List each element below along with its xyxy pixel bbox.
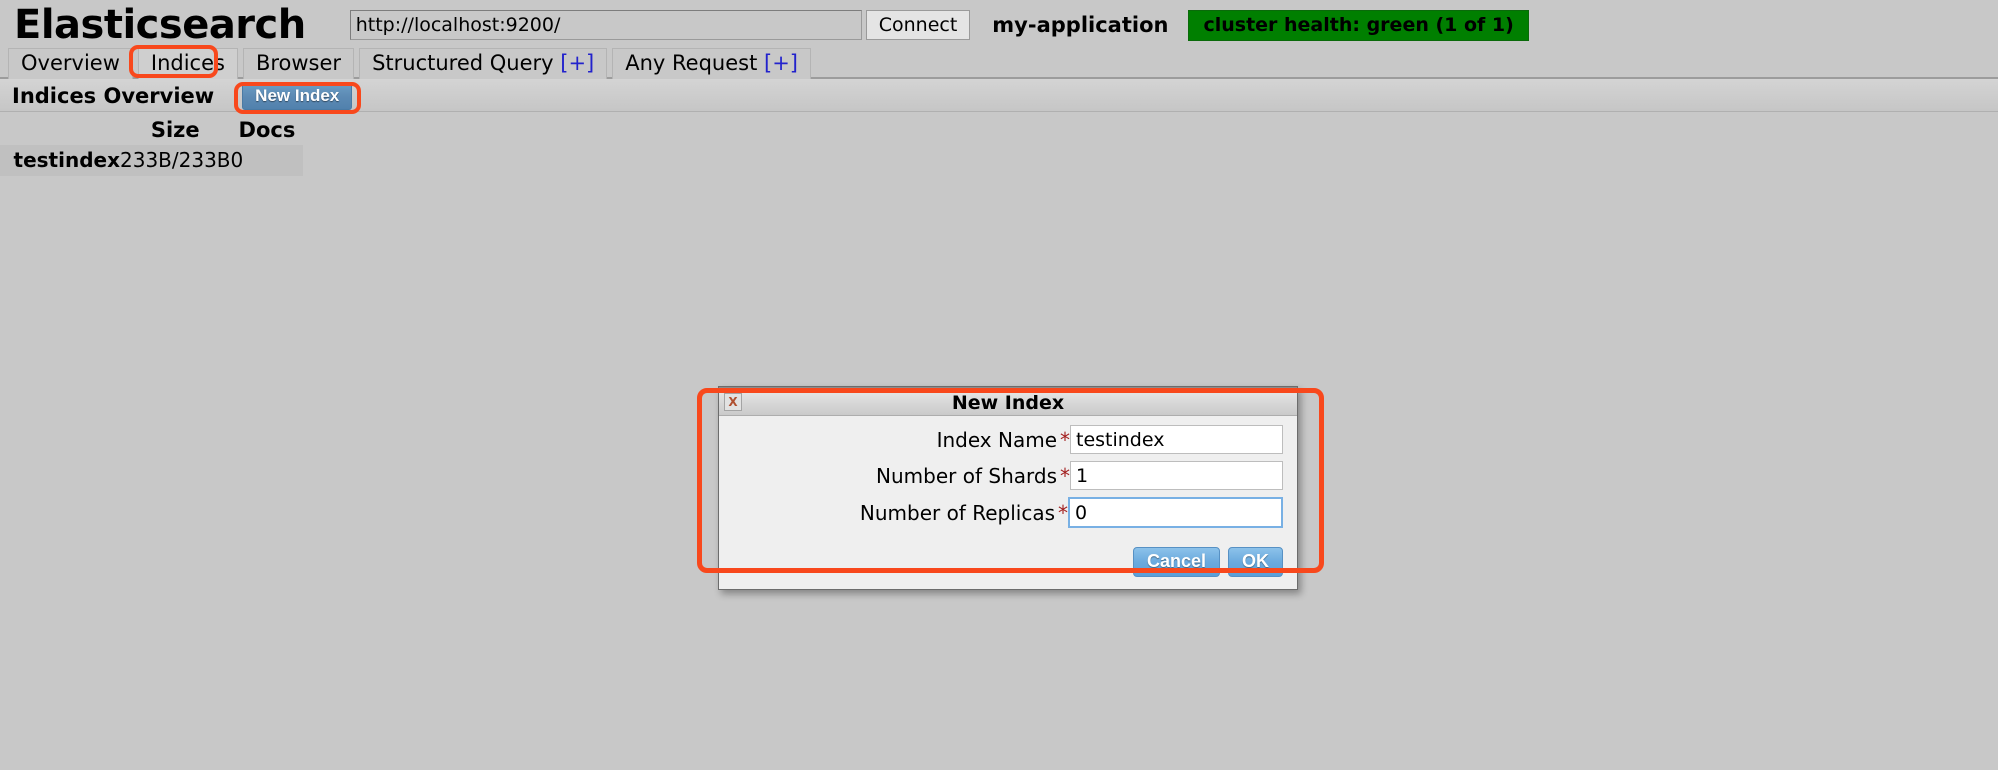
table-header-row: Size Docs <box>0 116 303 145</box>
app-root: Elasticsearch Connect my-application clu… <box>0 0 1998 770</box>
cluster-url-input[interactable] <box>349 10 862 40</box>
cluster-health-badge: cluster health: green (1 of 1) <box>1188 9 1529 41</box>
tab-overview-label: Overview <box>21 51 120 75</box>
label-number-of-replicas: Number of Replicas <box>859 500 1055 525</box>
indices-table: Size Docs testindex 233B/233B 0 <box>0 116 304 176</box>
tab-structured-query-label: Structured Query <box>372 51 561 75</box>
tab-overview[interactable]: Overview <box>8 48 133 79</box>
column-header-size: Size <box>150 118 200 142</box>
tab-indices-label: Indices <box>150 51 225 75</box>
label-number-of-shards: Number of Shards <box>876 463 1057 488</box>
dialog-body: Index Name* Number of Shards* Number of … <box>719 416 1297 541</box>
cell-index-name: testindex <box>0 145 120 176</box>
required-marker: * <box>1058 500 1068 525</box>
tab-indices[interactable]: Indices <box>137 48 238 79</box>
number-of-replicas-input[interactable] <box>1068 497 1283 528</box>
dialog-titlebar: X New Index <box>719 387 1297 416</box>
form-row-number-of-shards: Number of Shards * <box>733 461 1283 490</box>
page-title: Indices Overview <box>12 83 215 108</box>
application-name: my-application <box>992 13 1169 37</box>
new-index-dialog: X New Index Index Name* Number of Shards… <box>718 386 1298 590</box>
cancel-button[interactable]: Cancel <box>1132 547 1220 577</box>
dialog-footer: Cancel OK <box>719 541 1297 589</box>
ok-button[interactable]: OK <box>1228 547 1283 577</box>
required-marker: * <box>1060 427 1070 452</box>
new-index-button[interactable]: New Index <box>242 81 353 110</box>
form-row-number-of-replicas: Number of Replicas * <box>733 497 1283 528</box>
expand-plus-icon[interactable]: [+] <box>560 51 594 75</box>
required-marker: * <box>1060 463 1070 488</box>
tab-browser[interactable]: Browser <box>242 48 355 79</box>
tab-browser-label: Browser <box>255 51 342 75</box>
close-icon[interactable]: X <box>724 393 742 411</box>
form-row-index-name: Index Name * <box>733 425 1283 454</box>
column-header-docs: Docs <box>238 118 296 142</box>
table-row[interactable]: testindex 233B/233B 0 <box>0 145 304 176</box>
expand-plus-icon[interactable]: [+] <box>764 51 798 75</box>
cell-index-size: 233B/233B <box>120 145 231 176</box>
app-header: Elasticsearch Connect my-application clu… <box>0 0 1998 48</box>
dialog-title: New Index <box>951 391 1065 414</box>
label-index-name: Index Name <box>936 427 1057 452</box>
index-name-input[interactable] <box>1070 425 1283 454</box>
number-of-shards-input[interactable] <box>1070 461 1283 490</box>
column-header-name <box>0 116 120 145</box>
main-tabbar: Overview Indices Browser Structured Quer… <box>0 48 1998 79</box>
app-title: Elasticsearch <box>14 2 306 48</box>
cell-index-docs: 0 <box>230 145 304 176</box>
content-header: Indices Overview New Index <box>0 79 1998 112</box>
connect-button[interactable]: Connect <box>865 10 971 40</box>
tab-any-request[interactable]: Any Request [+] <box>612 48 811 79</box>
tab-any-request-label: Any Request <box>625 51 765 75</box>
tab-structured-query[interactable]: Structured Query [+] <box>359 48 608 79</box>
